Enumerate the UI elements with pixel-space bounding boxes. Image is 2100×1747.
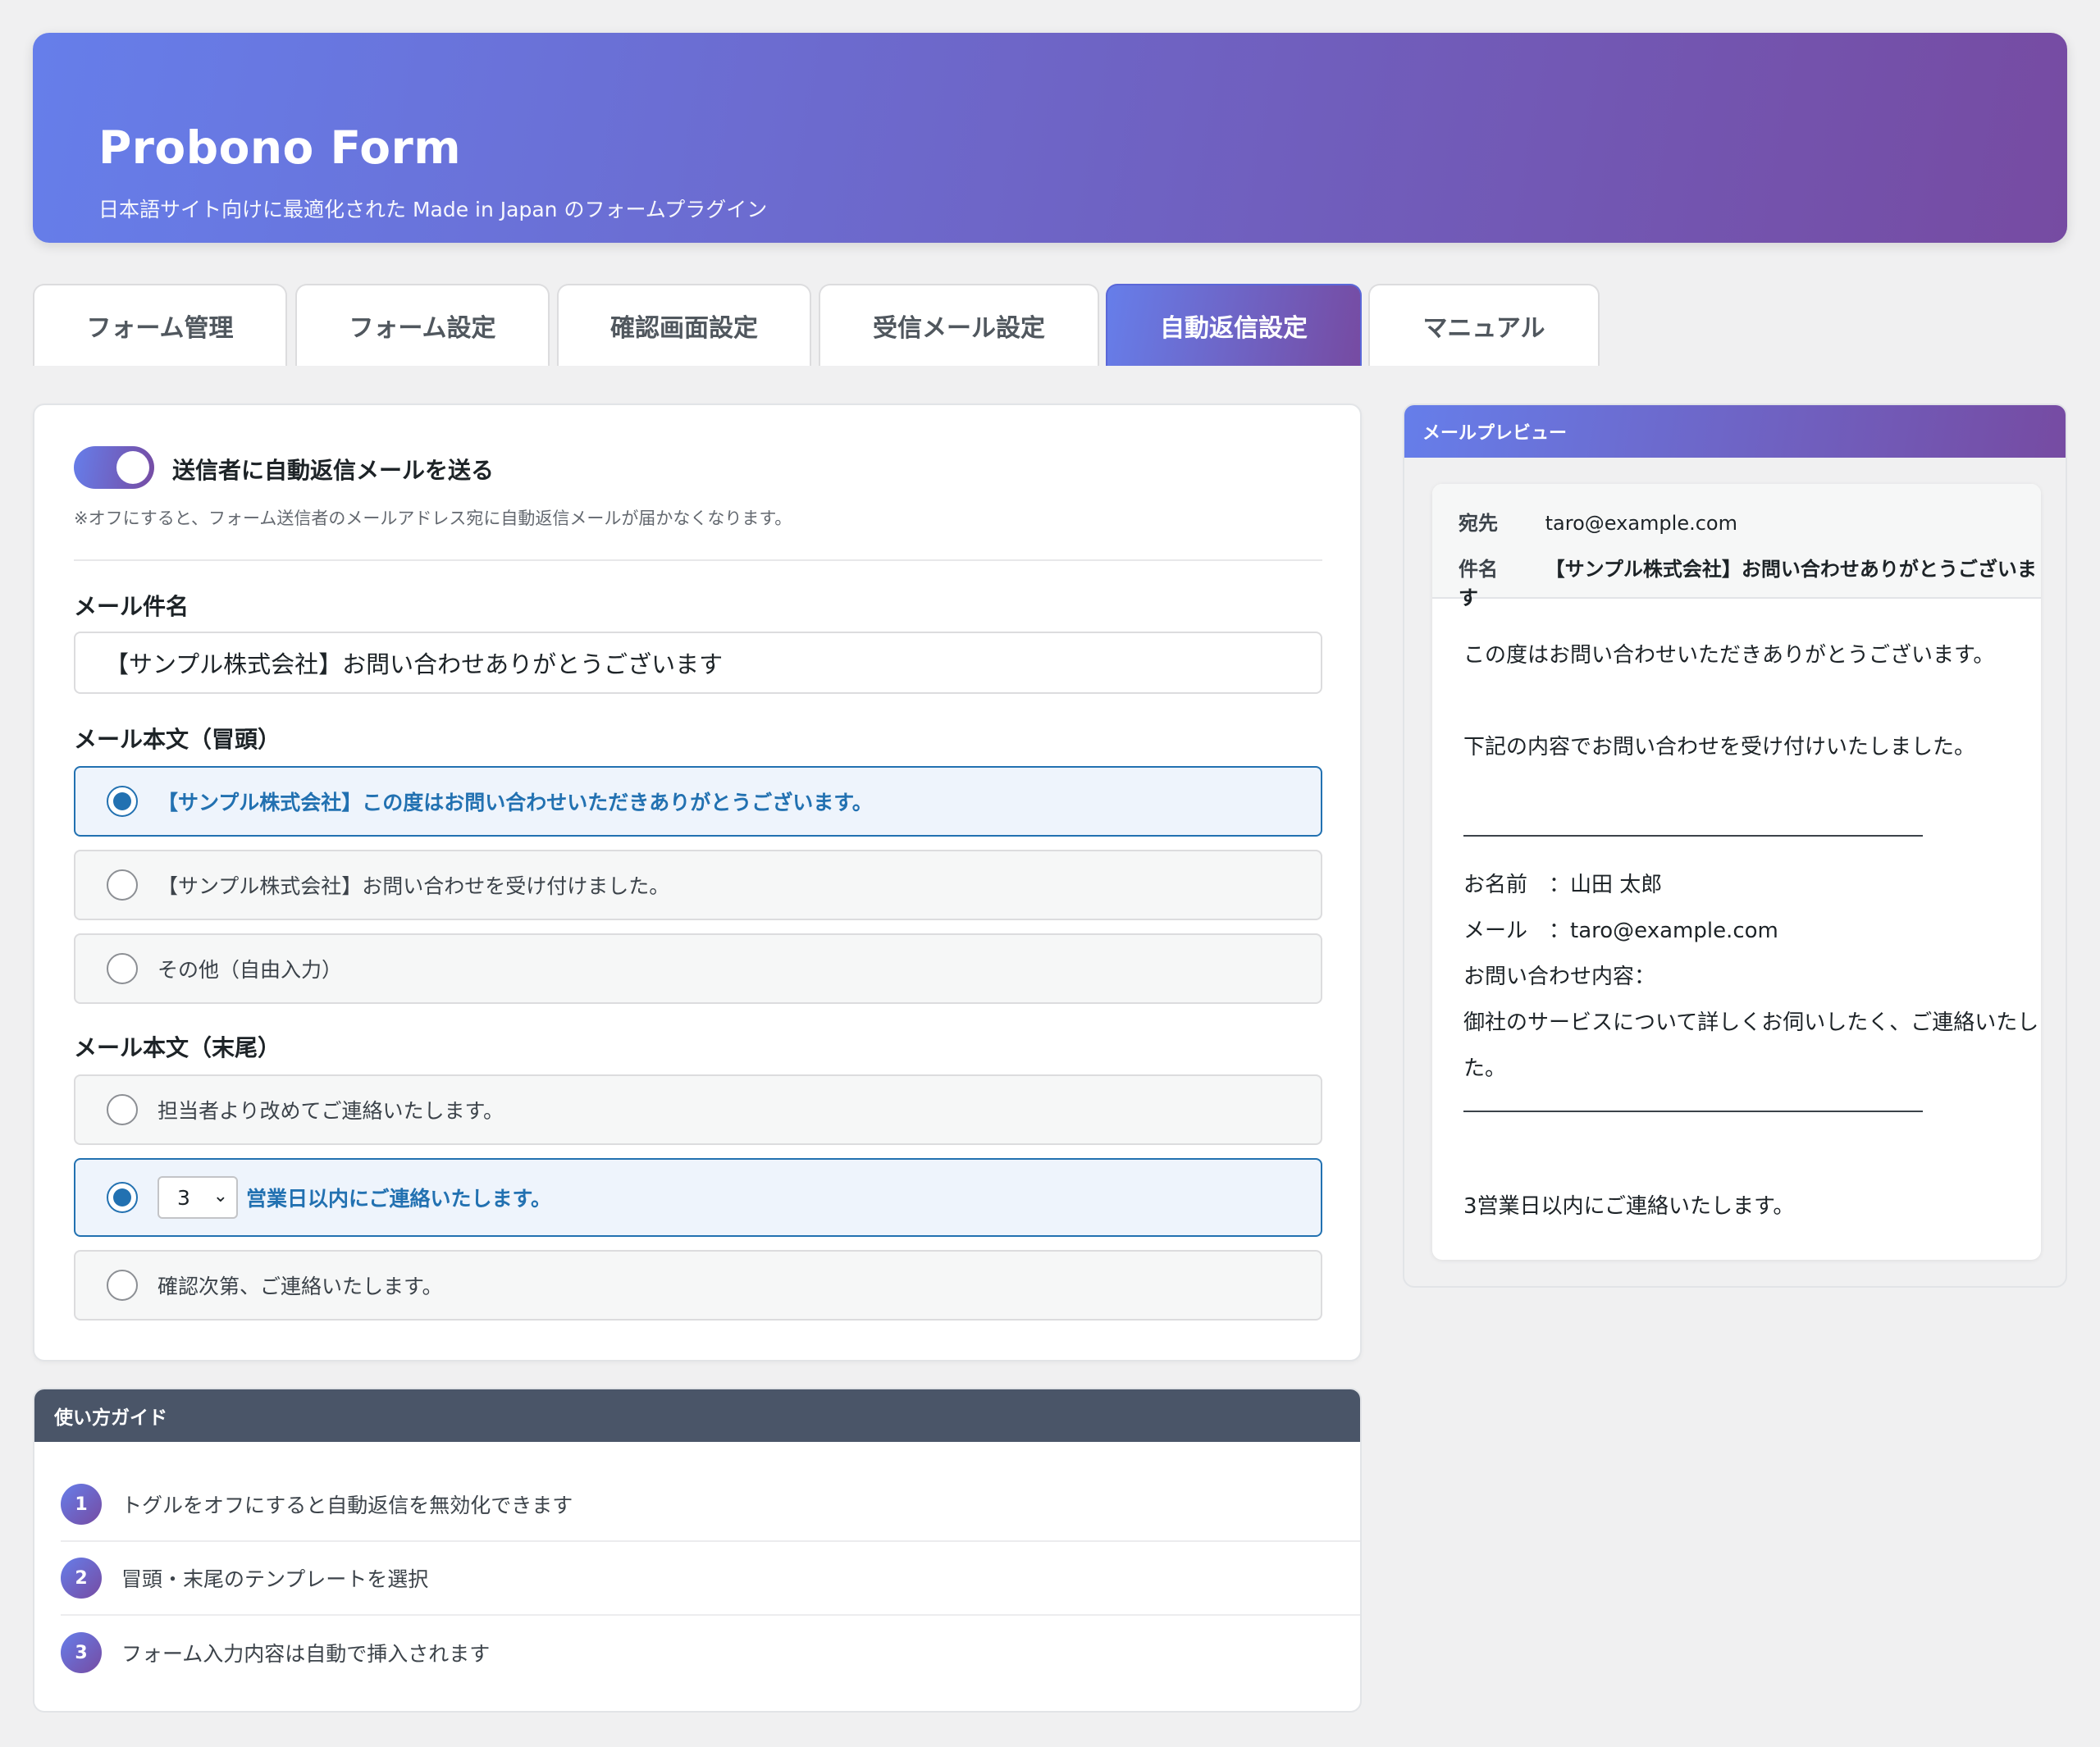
divider: [74, 559, 1322, 561]
app-title: Probono Form: [98, 121, 462, 174]
mail-inquiry-label: お問い合わせ内容：: [1463, 965, 1656, 989]
auto-reply-settings-card: 送信者に自動返信メールを送る ※オフにすると、フォーム送信者のメールアドレス宛に…: [33, 404, 1362, 1362]
mail-separator: [1463, 835, 1923, 837]
closing-option-2[interactable]: 3 ⌄ 営業日以内にご連絡いたします。: [74, 1158, 1322, 1237]
subject-label: メール件名: [74, 593, 189, 620]
guide-step: 3 フォーム入力内容は自動で挿入されます: [61, 1616, 1360, 1690]
subject-input[interactable]: 【サンプル株式会社】お問い合わせありがとうございます: [74, 632, 1322, 694]
business-days-select[interactable]: 3 ⌄: [158, 1176, 238, 1219]
guide-step: 2 冒頭・末尾のテンプレートを選択: [61, 1542, 1360, 1616]
radio-button[interactable]: [107, 953, 138, 984]
to-value: taro@example.com: [1545, 512, 1737, 535]
opening-option-1[interactable]: 【サンプル株式会社】この度はお問い合わせいただきありがとうございます。: [74, 766, 1322, 837]
mail-separator: [1463, 1111, 1923, 1112]
to-key: 宛先: [1459, 512, 1498, 535]
option-label: その他（自由入力）: [158, 958, 343, 982]
usage-guide: 使い方ガイド 1 トグルをオフにすると自動返信を無効化できます 2 冒頭・末尾の…: [33, 1388, 1362, 1713]
tab-confirm-screen[interactable]: 確認画面設定: [557, 284, 811, 366]
step-text: トグルをオフにすると自動返信を無効化できます: [121, 1494, 573, 1517]
app-subtitle: 日本語サイト向けに最適化された Made in Japan のフォームプラグイン: [98, 198, 768, 221]
subject-key: 件名: [1459, 558, 1498, 581]
radio-button[interactable]: [107, 1270, 138, 1301]
step-text: フォーム入力内容は自動で挿入されます: [121, 1642, 491, 1666]
closing-option-1[interactable]: 担当者より改めてご連絡いたします。: [74, 1074, 1322, 1145]
mail-greeting: この度はお問い合わせいただきありがとうございます。: [1463, 643, 1995, 668]
closing-option-3[interactable]: 確認次第、ご連絡いたします。: [74, 1250, 1322, 1321]
mail-name-line: お名前 ：山田 太郎: [1463, 873, 1663, 897]
business-days-value: 3: [177, 1185, 190, 1210]
mail-preview: 宛先 taro@example.com 件名 【サンプル株式会社】お問い合わせあ…: [1432, 484, 2041, 1260]
step-text: 冒頭・末尾のテンプレートを選択: [121, 1567, 429, 1591]
option-label: 営業日以内にご連絡いたします。: [246, 1187, 552, 1211]
radio-button[interactable]: [107, 1182, 138, 1213]
mail-received: 下記の内容でお問い合わせを受け付けいたしました。: [1463, 735, 1976, 759]
option-label: 担当者より改めてご連絡いたします。: [158, 1099, 504, 1123]
preview-title: メールプレビュー: [1404, 405, 2066, 458]
step-number: 3: [61, 1632, 102, 1673]
mail-inquiry-line: た。: [1463, 1056, 1507, 1081]
tab-form-settings[interactable]: フォーム設定: [295, 284, 550, 366]
radio-button[interactable]: [107, 869, 138, 901]
closing-label: メール本文（末尾）: [74, 1034, 281, 1061]
toggle-knob: [116, 451, 149, 484]
tab-auto-reply[interactable]: 自動返信設定: [1106, 284, 1362, 366]
tab-received-mail[interactable]: 受信メール設定: [819, 284, 1099, 366]
mail-inquiry-line: 御社のサービスについて詳しくお伺いしたく、ご連絡いたしまし: [1463, 1010, 2041, 1035]
radio-button[interactable]: [107, 1094, 138, 1125]
subject-value: 【サンプル株式会社】お問い合わせありがとうございます: [1459, 558, 2037, 609]
opening-option-2[interactable]: 【サンプル株式会社】お問い合わせを受け付けました。: [74, 850, 1322, 920]
tab-manual[interactable]: マニュアル: [1368, 284, 1600, 366]
mail-preview-panel: メールプレビュー 宛先 taro@example.com 件名 【サンプル株式会…: [1403, 404, 2067, 1288]
mail-subject-row: 件名 【サンプル株式会社】お問い合わせありがとうございます: [1459, 553, 2041, 610]
auto-reply-toggle[interactable]: [74, 446, 154, 489]
toggle-label: 送信者に自動返信メールを送る: [172, 457, 495, 484]
option-label: 確認次第、ご連絡いたします。: [158, 1275, 443, 1298]
app-header: Probono Form 日本語サイト向けに最適化された Made in Jap…: [33, 33, 2067, 243]
toggle-note: ※オフにすると、フォーム送信者のメールアドレス宛に自動返信メールが届かなくなりま…: [74, 509, 792, 528]
guide-step: 1 トグルをオフにすると自動返信を無効化できます: [61, 1468, 1360, 1542]
opening-label: メール本文（冒頭）: [74, 726, 281, 753]
subject-input-value: 【サンプル株式会社】お問い合わせありがとうございます: [105, 650, 724, 678]
chevron-down-icon: ⌄: [212, 1186, 228, 1206]
step-number: 2: [61, 1558, 102, 1599]
mail-header: 宛先 taro@example.com 件名 【サンプル株式会社】お問い合わせあ…: [1432, 484, 2041, 609]
mail-to-row: 宛先 taro@example.com: [1459, 507, 1737, 536]
tab-form-management[interactable]: フォーム管理: [33, 284, 287, 366]
mail-email-line: メール ：taro@example.com: [1463, 919, 1778, 943]
mail-closing: 3営業日以内にご連絡いたします。: [1463, 1194, 1795, 1219]
opening-option-3[interactable]: その他（自由入力）: [74, 933, 1322, 1004]
option-label: 【サンプル株式会社】お問い合わせを受け付けました。: [158, 874, 670, 898]
step-number: 1: [61, 1484, 102, 1525]
guide-title: 使い方ガイド: [34, 1389, 1360, 1442]
option-label: 【サンプル株式会社】この度はお問い合わせいただきありがとうございます。: [158, 791, 873, 814]
radio-button[interactable]: [107, 786, 138, 817]
